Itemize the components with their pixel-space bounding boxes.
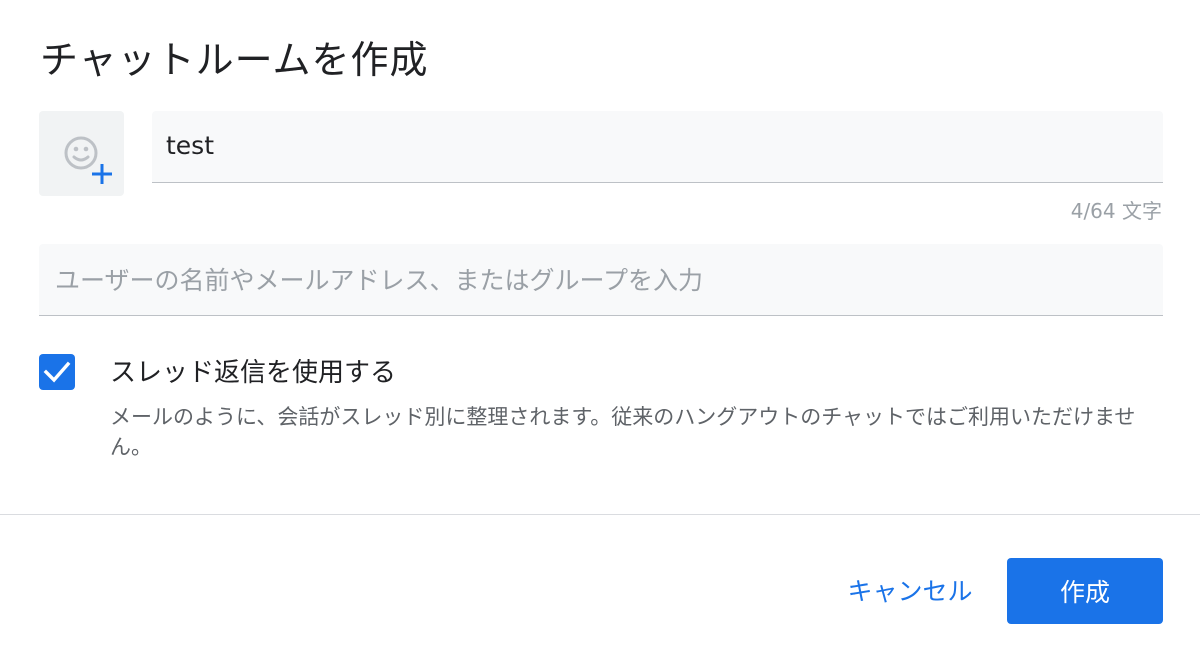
checkmark-icon (43, 361, 71, 383)
room-name-input[interactable] (166, 125, 1146, 165)
dialog-title: チャットルームを作成 (40, 38, 429, 82)
footer-divider (0, 514, 1200, 515)
people-field[interactable] (39, 244, 1163, 316)
add-emoji-icon (64, 136, 115, 187)
character-counter: 4/64 文字 (1070, 199, 1162, 223)
room-name-field[interactable] (152, 111, 1163, 183)
threaded-replies-checkbox[interactable] (39, 354, 75, 390)
threaded-replies-label[interactable]: スレッド返信を使用する (110, 355, 396, 391)
create-chat-room-dialog: チャットルームを作成 4/64 文字 スレッド返信を使用する メールのように、会… (0, 0, 1200, 672)
cancel-button[interactable]: キャンセル (830, 560, 990, 620)
people-input[interactable] (55, 260, 1145, 300)
threaded-replies-description: メールのように、会話がスレッド別に整理されます。従来のハングアウトのチャットでは… (110, 405, 1136, 459)
emoji-picker-button[interactable] (39, 111, 124, 196)
create-button[interactable]: 作成 (1007, 558, 1163, 624)
